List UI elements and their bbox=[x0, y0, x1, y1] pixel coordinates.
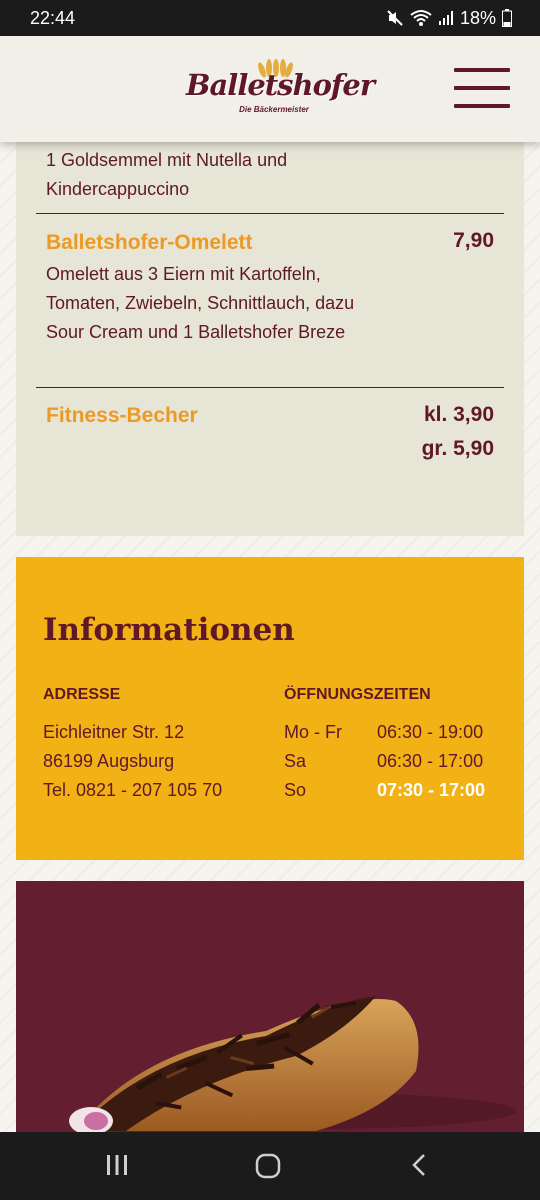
battery-icon bbox=[502, 9, 512, 27]
address-label: ADRESSE bbox=[43, 686, 121, 703]
hours-day: Sa bbox=[284, 751, 307, 771]
info-section: Informationen ADRESSE Eichleitner Str. 1… bbox=[16, 557, 524, 860]
hours-time-today: 07:30 - 17:00 bbox=[377, 780, 486, 800]
hours-day: Mo - Fr bbox=[284, 722, 342, 742]
hamburger-menu-icon[interactable] bbox=[454, 68, 510, 108]
logo-subtitle: Die Bäckermeister bbox=[239, 105, 309, 114]
divider bbox=[36, 387, 504, 388]
home-icon[interactable] bbox=[254, 1152, 282, 1185]
hours-label: ÖFFNUNGSZEITEN bbox=[284, 686, 431, 703]
info-title: Informationen bbox=[43, 612, 295, 648]
wifi-icon bbox=[410, 9, 432, 27]
item-price-omelett: 7,90 bbox=[453, 229, 494, 252]
promo-section bbox=[16, 881, 524, 1133]
system-nav-bar bbox=[0, 1132, 540, 1200]
hours-time: 06:30 - 19:00 bbox=[377, 722, 484, 742]
address-phone[interactable]: Tel. 0821 - 207 105 70 bbox=[43, 780, 222, 801]
logo-text: Balletshofer bbox=[186, 68, 375, 102]
divider bbox=[36, 213, 504, 214]
item-price-large: gr. 5,90 bbox=[421, 437, 494, 460]
item-name-fitness-becher: Fitness-Becher bbox=[46, 404, 198, 427]
hours-day: So bbox=[284, 780, 307, 800]
item-description: 1 Goldsemmel mit Nutella und Kindercappu… bbox=[46, 150, 288, 199]
back-icon[interactable] bbox=[408, 1152, 432, 1183]
menu-card: 1 Goldsemmel mit Nutella und Kindercappu… bbox=[16, 142, 524, 536]
chocolate-pastry-image bbox=[69, 996, 516, 1133]
address-street: Eichleitner Str. 12 bbox=[43, 722, 185, 742]
item-description-omelett: Omelett aus 3 Eiern mit Kartoffeln, Toma… bbox=[46, 264, 355, 342]
item-name-omelett: Balletshofer-Omelett bbox=[46, 231, 253, 254]
recent-apps-icon[interactable] bbox=[104, 1152, 130, 1183]
site-header: Balletshofer Die Bäckermeister bbox=[0, 36, 540, 142]
signal-icon bbox=[438, 10, 454, 26]
mute-icon bbox=[386, 9, 404, 27]
brand-logo[interactable]: Balletshofer Die Bäckermeister bbox=[186, 59, 375, 120]
status-time: 22:44 bbox=[30, 7, 76, 28]
status-icons: 18% bbox=[386, 8, 512, 29]
hours-time: 06:30 - 17:00 bbox=[377, 751, 484, 771]
address-city: 86199 Augsburg bbox=[43, 751, 175, 771]
battery-percent: 18% bbox=[459, 7, 496, 28]
item-price-small: kl. 3,90 bbox=[423, 403, 494, 426]
status-bar: 22:44 18% bbox=[0, 0, 540, 36]
